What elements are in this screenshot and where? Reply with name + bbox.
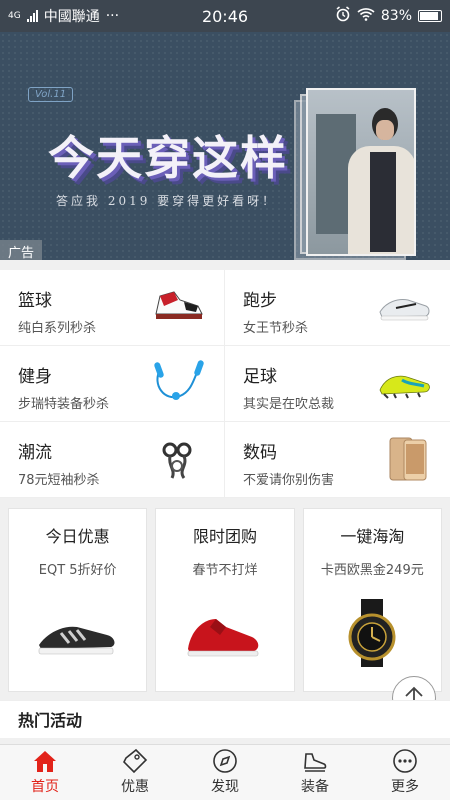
banner-subline: 答应我 2019 要穿得更好看呀！ xyxy=(56,194,278,208)
tab-more[interactable]: 更多 xyxy=(360,745,450,800)
deal-desc: EQT 5折好价 xyxy=(38,563,117,578)
tab-discover[interactable]: 发现 xyxy=(180,745,270,800)
alarm-icon xyxy=(335,6,351,26)
deal-desc: 卡西欧黑金249元 xyxy=(320,563,424,578)
deal-title: 今日优惠 xyxy=(45,527,110,546)
banner-photo-model xyxy=(306,88,416,256)
tab-label: 装备 xyxy=(301,779,329,795)
jump-rope-icon xyxy=(154,360,204,400)
compass-icon xyxy=(213,749,237,773)
football-boot-icon xyxy=(379,375,430,399)
battery-percent: 83% xyxy=(380,8,412,24)
tab-label: 优惠 xyxy=(121,779,149,795)
bottom-tab-bar: 首页 优惠 发现 装备 更多 xyxy=(0,744,450,800)
deal-title: 限时团购 xyxy=(192,527,257,546)
coupon-icon xyxy=(123,748,148,774)
category-grid: 篮球 纯白系列秒杀 跑步 女王节秒杀 健身 步瑞特装备秒杀 足球 其实是在吹总裁 xyxy=(0,270,450,498)
tab-label: 发现 xyxy=(211,779,239,795)
tab-gear[interactable]: 装备 xyxy=(270,745,360,800)
phone-icon xyxy=(389,437,427,481)
category-digital[interactable]: 数码 不爱请你别伤害 xyxy=(225,422,450,498)
deal-title: 一键海淘 xyxy=(340,527,405,546)
deal-desc: 春节不打烊 xyxy=(192,563,258,578)
banner-volume-badge: Vol.11 xyxy=(28,87,74,102)
accessory-icon xyxy=(162,442,192,479)
hot-activities-heading: 热门活动 xyxy=(0,700,450,738)
status-bar: 4G 中國聯通 ··· 20:46 83% xyxy=(0,0,450,32)
deal-overseas[interactable]: 一键海淘 卡西欧黑金249元 xyxy=(302,508,442,692)
tab-label: 首页 xyxy=(31,779,59,795)
category-football[interactable]: 足球 其实是在吹总裁 xyxy=(225,346,450,422)
watch-icon xyxy=(348,599,396,667)
category-basketball[interactable]: 篮球 纯白系列秒杀 xyxy=(0,270,225,346)
network-label: 4G xyxy=(8,11,21,21)
category-trend[interactable]: 潮流 78元短袖秒杀 xyxy=(0,422,225,498)
tab-label: 更多 xyxy=(391,779,419,795)
running-shoe-icon xyxy=(379,299,430,321)
more-indicator: ··· xyxy=(105,8,120,24)
deal-today[interactable]: 今日优惠 EQT 5折好价 xyxy=(8,508,148,692)
wifi-icon xyxy=(357,7,375,25)
tab-coupons[interactable]: 优惠 xyxy=(90,745,180,800)
tab-home[interactable]: 首页 xyxy=(0,745,90,800)
promo-banner[interactable]: Vol.11 今天穿这样 答应我 2019 要穿得更好看呀！ 广告 xyxy=(0,32,450,260)
basketball-shoe-icon xyxy=(155,291,203,319)
signal-icon xyxy=(26,10,38,22)
ad-tag: 广告 xyxy=(0,240,43,260)
red-basketball-shoe-icon xyxy=(187,619,259,657)
shoe-icon xyxy=(304,753,327,772)
carrier-label: 中國聯通 xyxy=(43,9,100,25)
deal-cards: 今日优惠 EQT 5折好价 限时团购 春节不打烊 一键海淘 卡西欧黑金249元 xyxy=(0,508,450,692)
category-fitness[interactable]: 健身 步瑞特装备秒杀 xyxy=(0,346,225,422)
banner-headline: 今天穿这样 xyxy=(48,131,288,185)
category-running[interactable]: 跑步 女王节秒杀 xyxy=(225,270,450,346)
deal-group-buy[interactable]: 限时团购 春节不打烊 xyxy=(155,508,295,692)
battery-icon xyxy=(418,10,442,22)
home-icon xyxy=(34,751,56,772)
sneaker-icon xyxy=(38,626,115,655)
more-icon xyxy=(393,749,417,773)
